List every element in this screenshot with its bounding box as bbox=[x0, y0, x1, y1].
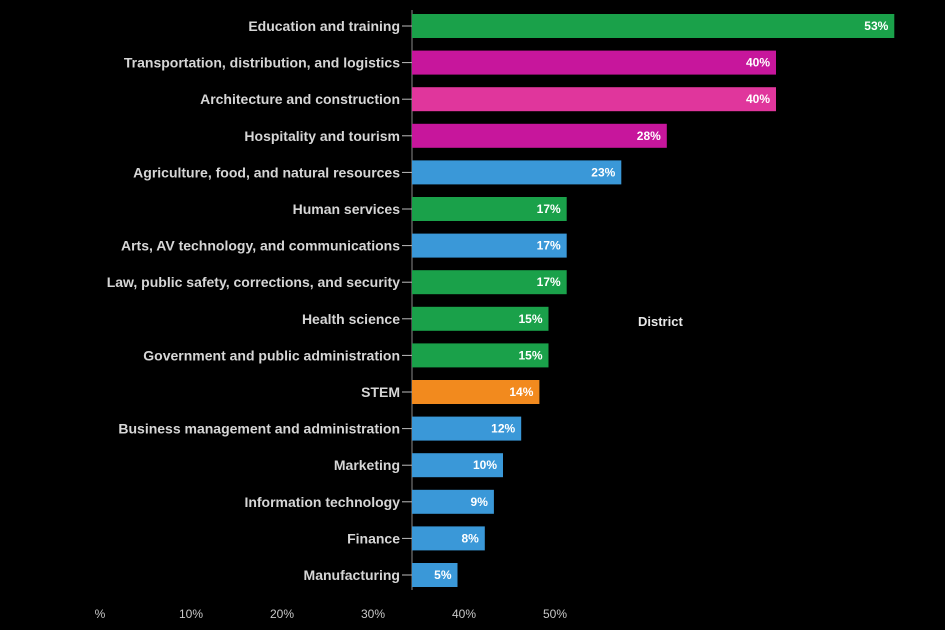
category-label-law-public-safety-corrections-and-security: Law, public safety, corrections, and sec… bbox=[107, 274, 401, 290]
bar-transportation-distribution-and-logistics bbox=[412, 50, 776, 75]
category-label-government-and-public-administration: Government and public administration bbox=[143, 347, 400, 363]
bar-agriculture-food-and-natural-resources bbox=[412, 160, 622, 185]
value-label-agriculture-food-and-natural-resources: 23% bbox=[591, 165, 615, 179]
x-tick-label: 30% bbox=[361, 607, 385, 621]
value-label-stem: 14% bbox=[509, 385, 533, 399]
value-label-human-services: 17% bbox=[537, 202, 561, 216]
category-label-finance: Finance bbox=[347, 530, 400, 546]
category-label-health-science: Health science bbox=[302, 311, 400, 327]
x-tick-label: % bbox=[95, 607, 106, 621]
category-label-agriculture-food-and-natural-resources: Agriculture, food, and natural resources bbox=[133, 164, 400, 180]
value-label-information-technology: 9% bbox=[471, 495, 489, 509]
value-label-arts-av-technology-and-communications: 17% bbox=[537, 239, 561, 253]
category-label-human-services: Human services bbox=[293, 201, 401, 217]
category-label-stem: STEM bbox=[361, 384, 400, 400]
x-tick-label: 10% bbox=[179, 607, 203, 621]
category-label-architecture-and-construction: Architecture and construction bbox=[200, 91, 400, 107]
bar-architecture-and-construction bbox=[412, 87, 776, 112]
x-tick-label: 20% bbox=[270, 607, 294, 621]
value-label-finance: 8% bbox=[461, 531, 479, 545]
value-label-government-and-public-administration: 15% bbox=[518, 348, 542, 362]
bar-education-and-training bbox=[412, 14, 895, 38]
x-tick-label: 40% bbox=[452, 607, 476, 621]
value-label-transportation-distribution-and-logistics: 40% bbox=[746, 56, 770, 70]
value-label-law-public-safety-corrections-and-security: 17% bbox=[537, 275, 561, 289]
annotation-district: District bbox=[638, 314, 683, 329]
value-label-education-and-training: 53% bbox=[864, 19, 888, 33]
value-label-marketing: 10% bbox=[473, 458, 497, 472]
category-label-arts-av-technology-and-communications: Arts, AV technology, and communications bbox=[121, 238, 400, 254]
value-label-architecture-and-construction: 40% bbox=[746, 92, 770, 106]
value-label-manufacturing: 5% bbox=[434, 568, 452, 582]
category-label-manufacturing: Manufacturing bbox=[304, 567, 400, 583]
x-tick-label: 50% bbox=[543, 607, 567, 621]
category-label-transportation-distribution-and-logistics: Transportation, distribution, and logist… bbox=[124, 55, 400, 71]
category-label-marketing: Marketing bbox=[334, 457, 400, 473]
category-label-education-and-training: Education and training bbox=[248, 18, 400, 34]
value-label-hospitality-and-tourism: 28% bbox=[637, 129, 661, 143]
bar-hospitality-and-tourism bbox=[412, 123, 667, 148]
category-label-hospitality-and-tourism: Hospitality and tourism bbox=[244, 128, 400, 144]
value-label-health-science: 15% bbox=[518, 312, 542, 326]
category-label-business-management-and-administration: Business management and administration bbox=[118, 421, 400, 437]
value-label-business-management-and-administration: 12% bbox=[491, 422, 515, 436]
bar-chart: Education and training 53% Transportation,… bbox=[0, 0, 945, 630]
category-label-information-technology: Information technology bbox=[244, 494, 400, 510]
